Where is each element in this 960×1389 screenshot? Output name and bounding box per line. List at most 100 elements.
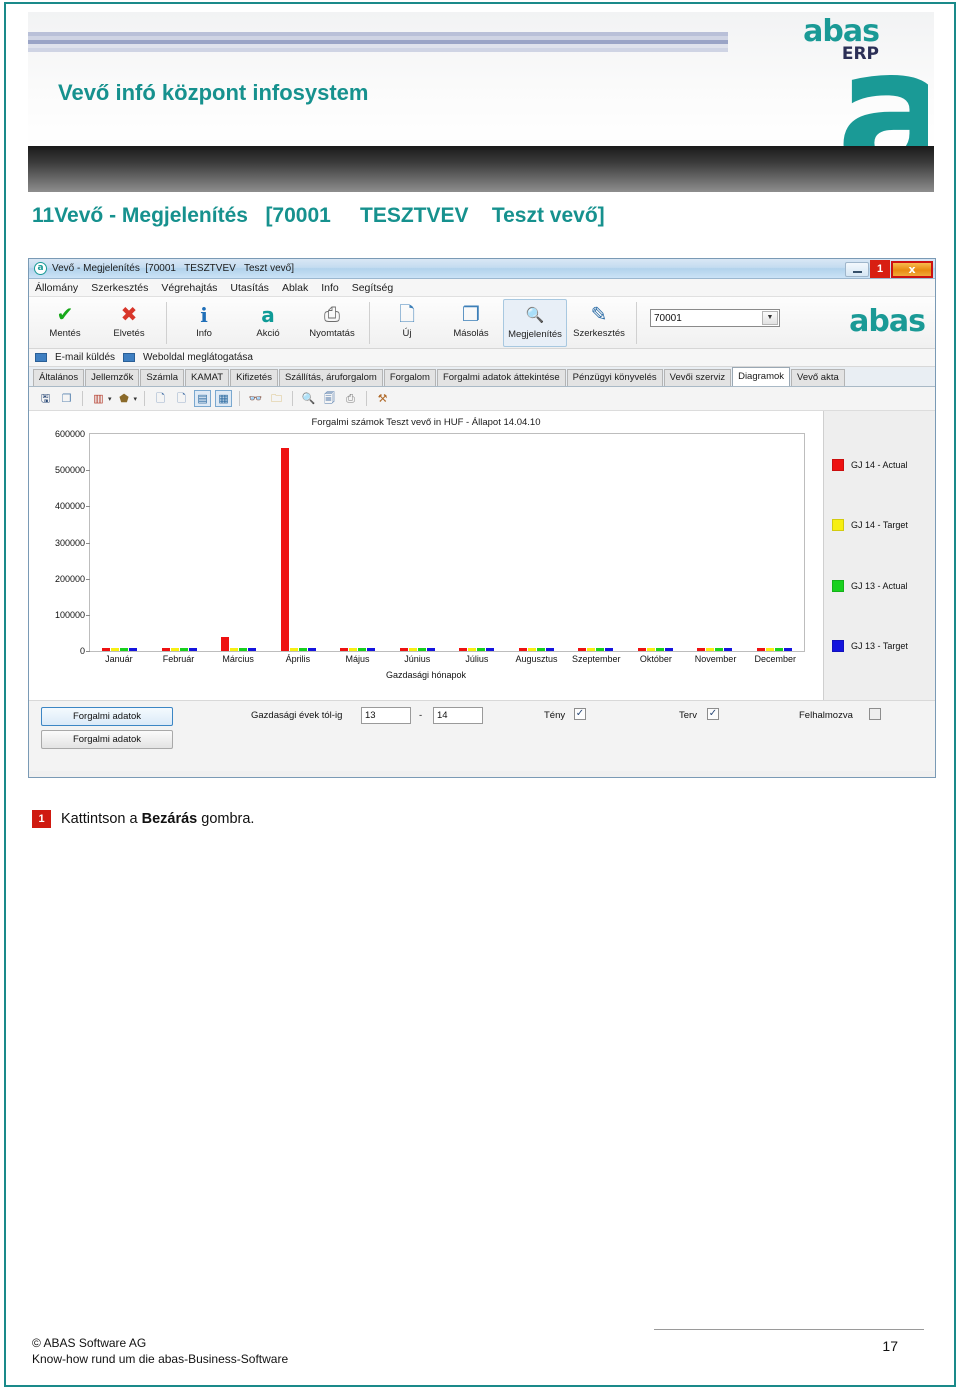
- tab-forgalom[interactable]: Forgalom: [383, 369, 436, 386]
- quicklink-email[interactable]: E-mail küldés: [55, 352, 115, 363]
- binoculars-icon[interactable]: 👓: [247, 390, 264, 407]
- chart-type-dropdown-icon[interactable]: ▾: [108, 395, 112, 403]
- footer-copyright: © ABAS Software AG Know-how rund um die …: [32, 1335, 288, 1367]
- info-icon: i: [200, 303, 208, 327]
- abas-logo-mark: a: [836, 54, 928, 159]
- chevron-down-icon[interactable]: ▼: [762, 311, 778, 325]
- tab-kifizetes[interactable]: Kifizetés: [230, 369, 278, 386]
- tab-diagramok[interactable]: Diagramok: [732, 367, 791, 386]
- tab-szallitas-aruforgalom[interactable]: Szállítás, áruforgalom: [278, 369, 383, 386]
- chart-bars: [90, 434, 804, 651]
- toolbar-divider: [369, 302, 370, 344]
- quicklink-website[interactable]: Weboldal meglátogatása: [143, 352, 253, 363]
- menu-item-szerkesztes[interactable]: Szerkesztés: [91, 282, 148, 294]
- toolbar-button-nyomtatas[interactable]: ⎙ Nyomtatás: [300, 299, 364, 347]
- page-title: Vevő infó központ infosystem: [58, 80, 369, 105]
- chart-x-tick-label: Január: [105, 654, 133, 664]
- chart-legend-item: GJ 14 - Actual: [832, 459, 935, 472]
- chart-bar: [129, 647, 138, 651]
- fill-color-dropdown-icon[interactable]: ▾: [134, 395, 138, 403]
- magnifier-icon: 🔍: [525, 307, 545, 324]
- minimize-button[interactable]: [845, 261, 869, 277]
- quick-links-bar: E-mail küldés Weboldal meglátogatása: [29, 349, 935, 367]
- chart-legend: GJ 14 - Actual GJ 14 - Target GJ 13 - Actu…: [823, 411, 935, 700]
- toolbar-button-uj[interactable]: 🗋 Új: [375, 299, 439, 347]
- close-button[interactable]: x: [891, 260, 933, 278]
- chart-month-group: [507, 434, 567, 651]
- chart-month-group: [269, 434, 329, 651]
- chart-month-group: [626, 434, 686, 651]
- copy-icon[interactable]: ❐: [58, 390, 75, 407]
- chart-toolbar-divider: [144, 391, 146, 406]
- chart-y-tick-mark: [86, 651, 90, 652]
- tab-altalanos[interactable]: Általános: [33, 369, 85, 386]
- menu-item-utasitas[interactable]: Utasítás: [230, 282, 269, 294]
- menu-item-vegrehajtas[interactable]: Végrehajtás: [161, 282, 217, 294]
- tab-penzugyi-konyveles[interactable]: Pénzügyi könyvelés: [566, 369, 663, 386]
- chart-bar: [637, 647, 646, 651]
- chart-x-tick-label: Május: [345, 654, 370, 664]
- toolbar-button-szerkesztes[interactable]: ✎ Szerkesztés: [567, 299, 631, 347]
- chart-title: Forgalmi számok Teszt vevő in HUF - Álla…: [311, 417, 541, 428]
- chart-type-icon[interactable]: ▥: [90, 390, 107, 407]
- menu-item-segitseg[interactable]: Segítség: [352, 282, 393, 294]
- checkbox-teny[interactable]: ✓: [574, 708, 586, 720]
- toolbar-button-elvetes[interactable]: ✖ Elvetés: [97, 299, 161, 347]
- chart-bar: [230, 647, 239, 651]
- chart-bar: [756, 647, 765, 651]
- toolbar-label: Új: [402, 328, 412, 339]
- checkbox-terv[interactable]: ✓: [707, 708, 719, 720]
- tab-szamla[interactable]: Számla: [140, 369, 185, 386]
- chart-legend-item: GJ 14 - Target: [832, 519, 935, 532]
- toolbar-button-masolas[interactable]: ❐ Másolás: [439, 299, 503, 347]
- page-icon[interactable]: 🗋: [152, 390, 169, 407]
- year-to-input[interactable]: 14: [433, 707, 483, 724]
- toolbar-button-megjelenites[interactable]: 🔍 Megjelenítés: [503, 299, 567, 347]
- chart-area: Forgalmi számok Teszt vevő in HUF - Álla…: [29, 411, 935, 701]
- tab-vevoi-szerviz[interactable]: Vevői szerviz: [663, 369, 732, 386]
- year-range-label: Gazdasági évek tól-ig: [251, 710, 343, 721]
- table-view-icon[interactable]: ▦: [215, 390, 233, 407]
- tab-kamat[interactable]: KAMAT: [185, 369, 230, 386]
- toolbar-button-mentes[interactable]: ✔ Mentés: [33, 299, 97, 347]
- chart-legend-item: GJ 13 - Actual: [832, 579, 935, 592]
- chart-month-group: [566, 434, 626, 651]
- chart-view-icon[interactable]: ▤: [194, 390, 212, 407]
- legend-label: GJ 14 - Actual: [851, 460, 908, 471]
- record-selector[interactable]: 70001 ▼: [650, 309, 780, 327]
- menu-item-info[interactable]: Info: [321, 282, 339, 294]
- chart-bar: [536, 647, 545, 651]
- menu-item-ablak[interactable]: Ablak: [282, 282, 308, 294]
- toolbar-button-akcio[interactable]: a Akció: [236, 299, 300, 347]
- print-icon[interactable]: ⎙: [342, 390, 359, 407]
- tools-icon[interactable]: ⚒: [374, 390, 391, 407]
- main-toolbar: ✔ Mentés ✖ Elvetés i Info a Akció ⎙ Nyom…: [29, 297, 935, 349]
- abas-toolbar-logo: abas: [849, 304, 926, 339]
- year-from-input[interactable]: 13: [361, 707, 411, 724]
- chart-bar: [765, 647, 774, 651]
- chart-bar: [188, 647, 197, 651]
- chart-bar: [587, 647, 596, 651]
- chart-x-tick-label: Szeptember: [571, 654, 621, 664]
- chart-bar: [367, 647, 376, 651]
- toolbar-button-info[interactable]: i Info: [172, 299, 236, 347]
- forgalmi-adatok-primary-button[interactable]: Forgalmi adatok: [41, 707, 173, 726]
- save-icon[interactable]: 🖫: [37, 390, 54, 407]
- cross-icon: ✖: [120, 304, 138, 326]
- tab-vevo-akta[interactable]: Vevő akta: [791, 369, 845, 386]
- page-number: 17: [882, 1338, 898, 1354]
- tab-forgalmi-adatok-attekintese[interactable]: Forgalmi adatok áttekintése: [436, 369, 566, 386]
- page-save-icon[interactable]: 🗋: [173, 390, 190, 407]
- tab-jellemzok[interactable]: Jellemzők: [85, 369, 140, 386]
- checkbox-felhalmozva[interactable]: [869, 708, 881, 720]
- zoom-icon[interactable]: 🔍: [300, 390, 317, 407]
- chart-bar: [578, 647, 587, 651]
- chart-y-tick-mark: [86, 578, 90, 580]
- menu-item-allomany[interactable]: Állomány: [35, 282, 78, 294]
- fill-color-icon[interactable]: ⬟: [116, 390, 133, 407]
- toolbar-label: Másolás: [453, 328, 489, 339]
- forgalmi-adatok-secondary-button[interactable]: Forgalmi adatok: [41, 730, 173, 749]
- folder-export-icon[interactable]: 🗀: [268, 390, 285, 407]
- app-icon: a: [34, 262, 47, 275]
- print-preview-icon[interactable]: 🗐: [321, 390, 338, 407]
